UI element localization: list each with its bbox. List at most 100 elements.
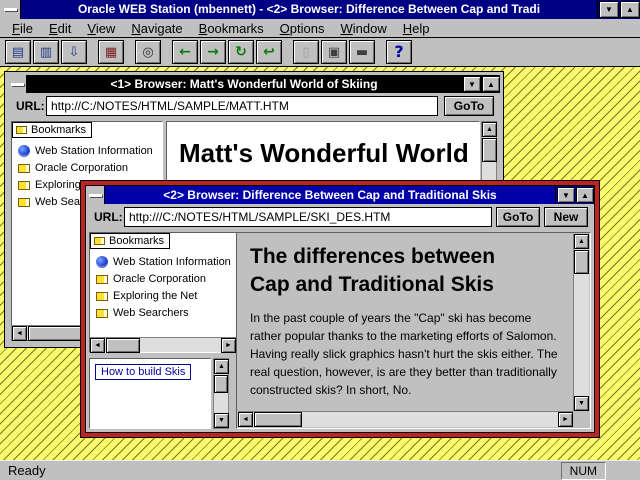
bookmark-label: Web Station Information: [113, 256, 231, 268]
help-icon: ?: [394, 44, 403, 60]
menubar: File Edit View Navigate Bookmarks Option…: [0, 19, 640, 38]
app-minimize-button[interactable]: ▼: [599, 1, 619, 18]
back-button[interactable]: ←: [172, 40, 198, 64]
window2-folder-vscrollbar[interactable]: ▲ ▼: [213, 358, 229, 429]
bookmark-label: Oracle Corporation: [35, 162, 128, 174]
window1-url-input[interactable]: [46, 96, 438, 116]
window2-titlebar[interactable]: <2> Browser: Difference Between Cap and …: [86, 186, 594, 204]
window2-titlebar-buttons: ▼ ▲: [555, 186, 594, 204]
app-maximize-button[interactable]: ▲: [620, 1, 640, 18]
window2-bookmarks-hscrollbar[interactable]: ◄ ►: [90, 337, 236, 352]
control-menu-icon: [11, 83, 24, 86]
window1-page-heading: Matt's Wonderful World: [167, 122, 479, 185]
copy-button[interactable]: ▣: [321, 40, 347, 64]
vscroll-thumb[interactable]: [214, 375, 228, 393]
paste-button[interactable]: ▬: [349, 40, 375, 64]
window2-control-menu-button[interactable]: [86, 186, 105, 204]
scroll-down-icon[interactable]: ▼: [214, 413, 229, 428]
globe-icon: [96, 256, 108, 268]
scroll-left-icon[interactable]: ◄: [238, 412, 253, 427]
window2-content-vscrollbar[interactable]: ▲ ▼: [573, 234, 589, 411]
forward-button[interactable]: →: [200, 40, 226, 64]
window1-maximize-button[interactable]: ▲: [482, 76, 500, 92]
bookmark-item-web-station-information[interactable]: Web Station Information: [91, 253, 235, 270]
menu-window[interactable]: Window: [333, 21, 395, 36]
menu-edit[interactable]: Edit: [41, 21, 79, 36]
bookmark-label: Web Station Information: [35, 145, 153, 157]
reload-button[interactable]: ↻: [228, 40, 254, 64]
toolbar-group-help: ?: [386, 40, 412, 64]
bookmark-item-oracle-corporation[interactable]: Oracle Corporation: [13, 159, 161, 176]
window2-bookmarks-tab[interactable]: Bookmarks: [90, 233, 170, 249]
scroll-right-icon[interactable]: ►: [558, 412, 573, 427]
scroll-right-icon[interactable]: ►: [221, 338, 236, 353]
app-titlebar[interactable]: Oracle WEB Station (mbennett) - <2> Brow…: [0, 0, 640, 19]
news-button[interactable]: ▦: [98, 40, 124, 64]
window2-maximize-button[interactable]: ▲: [576, 187, 594, 203]
library-button[interactable]: ▥: [33, 40, 59, 64]
toolbar-group-file: ▤ ▥ ⇩: [5, 40, 87, 64]
help-button[interactable]: ?: [386, 40, 412, 64]
app-title: Oracle WEB Station (mbennett) - <2> Brow…: [21, 0, 597, 19]
vscroll-thumb[interactable]: [574, 250, 589, 274]
book-icon: [96, 309, 108, 318]
bookmark-item-web-station-information[interactable]: Web Station Information: [13, 142, 161, 159]
bookmark-item-exploring-the-net[interactable]: Exploring the Net: [91, 287, 235, 304]
bookmark-label: Oracle Corporation: [113, 273, 206, 285]
menu-bookmarks[interactable]: Bookmarks: [191, 21, 272, 36]
window1-minimize-button[interactable]: ▼: [463, 76, 481, 92]
vscroll-thumb[interactable]: [482, 138, 497, 162]
save-page-button[interactable]: ⇩: [61, 40, 87, 64]
control-menu-icon: [4, 8, 17, 11]
scroll-down-icon[interactable]: ▼: [574, 396, 589, 411]
bookmark-item-web-searchers[interactable]: Web Searchers: [91, 304, 235, 321]
cut-button[interactable]: ▯: [293, 40, 319, 64]
bookmarks-tab-label: Bookmarks: [31, 124, 86, 136]
menu-options[interactable]: Options: [272, 21, 333, 36]
window1-titlebar-buttons: ▼ ▲: [461, 75, 500, 93]
window2-url-input[interactable]: [124, 207, 492, 227]
scroll-up-icon[interactable]: ▲: [482, 122, 497, 137]
window1-control-menu-button[interactable]: [8, 75, 27, 93]
menu-navigate[interactable]: Navigate: [123, 21, 190, 36]
toolbar-group-clipboard: ▯ ▣ ▬: [293, 40, 375, 64]
hscroll-thumb[interactable]: [106, 338, 140, 353]
scroll-up-icon[interactable]: ▲: [574, 234, 589, 249]
find-button[interactable]: ◎: [135, 40, 161, 64]
window2-bookmarks-panel: Bookmarks Web Station Information Oracle…: [89, 232, 237, 353]
control-menu-icon: [89, 194, 102, 197]
book-icon: [16, 126, 27, 134]
page-heading-line1: The differences between: [250, 243, 564, 271]
window1-titlebar[interactable]: <1> Browser: Matt's Wonderful World of S…: [8, 75, 500, 93]
globe-icon: [18, 145, 30, 157]
desktop-workspace: <1> Browser: Matt's Wonderful World of S…: [0, 67, 640, 460]
window2-client: <2> Browser: Difference Between Cap and …: [85, 185, 595, 433]
window2-new-button[interactable]: New: [544, 207, 588, 227]
folder-item-how-to-build-skis[interactable]: How to build Skis: [95, 364, 191, 380]
menu-help[interactable]: Help: [395, 21, 438, 36]
hscroll-thumb[interactable]: [254, 412, 302, 427]
return-button[interactable]: ↩: [256, 40, 282, 64]
scroll-left-icon[interactable]: ◄: [12, 326, 27, 341]
window1-bookmarks-tab[interactable]: Bookmarks: [12, 122, 92, 138]
window2-minimize-button[interactable]: ▼: [557, 187, 575, 203]
bookmark-item-oracle-corporation[interactable]: Oracle Corporation: [91, 270, 235, 287]
window2-content-hscrollbar[interactable]: ◄ ►: [238, 411, 573, 427]
menu-file[interactable]: File: [4, 21, 41, 36]
scroll-up-icon[interactable]: ▲: [214, 359, 229, 374]
find-icon: ◎: [142, 46, 153, 59]
bookmark-label: Web Searchers: [113, 307, 189, 319]
app-control-menu-button[interactable]: [0, 0, 21, 19]
print-button[interactable]: ▤: [5, 40, 31, 64]
menu-view[interactable]: View: [79, 21, 123, 36]
toolbar-group-news: ▦: [98, 40, 124, 64]
statusbar: Ready NUM: [0, 460, 640, 480]
return-icon: ↩: [263, 45, 275, 59]
window1-url-label: URL:: [16, 99, 45, 113]
window1-goto-button[interactable]: GoTo: [444, 96, 494, 116]
paste-icon: ▬: [356, 46, 368, 59]
save-page-icon: ⇩: [69, 46, 80, 59]
scroll-left-icon[interactable]: ◄: [90, 338, 105, 353]
window2-bookmark-list: Web Station Information Oracle Corporati…: [91, 253, 235, 336]
window2-goto-button[interactable]: GoTo: [496, 207, 540, 227]
